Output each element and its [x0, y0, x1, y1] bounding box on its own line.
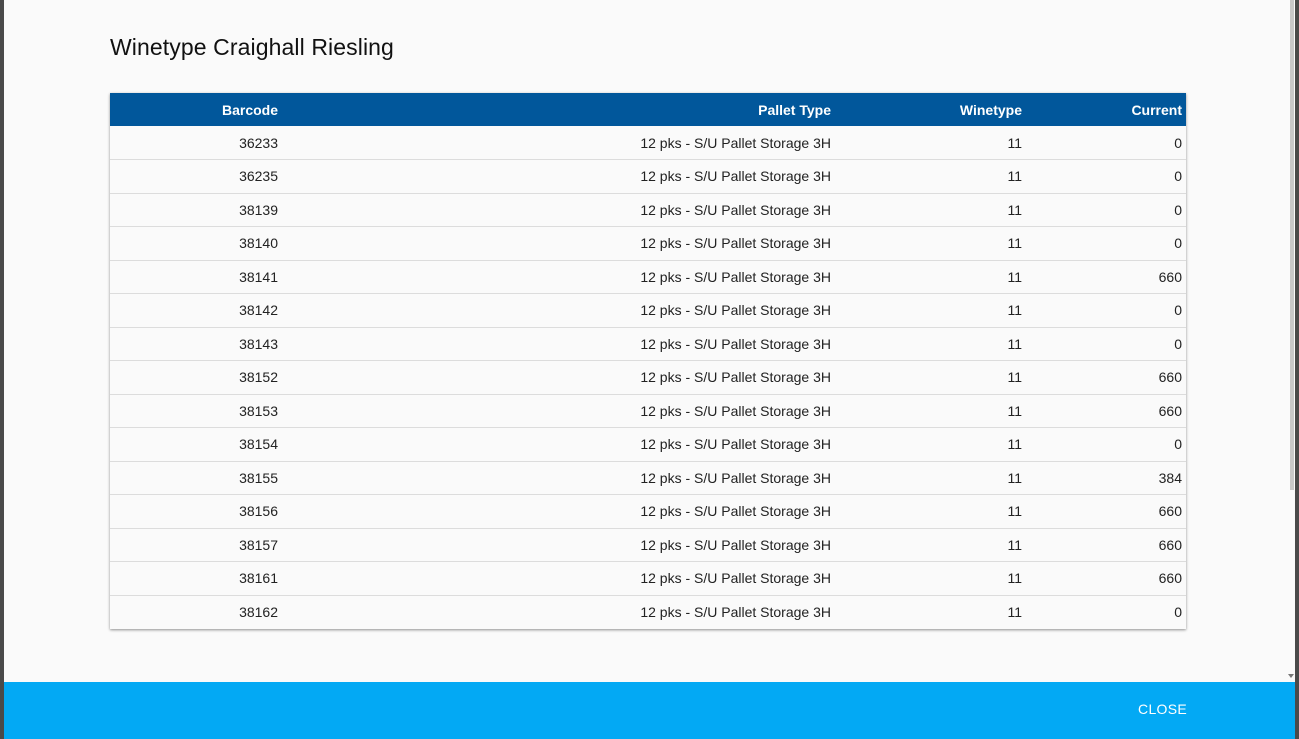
cell-pallet-type: 12 pks - S/U Pallet Storage 3H: [282, 594, 835, 629]
cell-current: 660: [1026, 259, 1186, 294]
column-header-current[interactable]: Current: [1026, 93, 1186, 126]
cell-winetype: 11: [835, 393, 1026, 428]
cell-winetype: 11: [835, 594, 1026, 629]
table-row[interactable]: 38152 12 pks - S/U Pallet Storage 3H 11 660: [110, 360, 1186, 394]
cell-pallet-type: 12 pks - S/U Pallet Storage 3H: [282, 293, 835, 327]
cell-current: 0: [1026, 594, 1186, 629]
cell-current: 660: [1026, 360, 1186, 394]
cell-barcode: 38155: [110, 460, 282, 495]
cell-barcode: 38157: [110, 527, 282, 562]
cell-pallet-type: 12 pks - S/U Pallet Storage 3H: [282, 460, 835, 495]
cell-current: 0: [1026, 226, 1186, 260]
cell-winetype: 11: [835, 527, 1026, 562]
cell-winetype: 11: [835, 259, 1026, 294]
dialog-footer: CLOSE: [4, 682, 1295, 739]
table-row[interactable]: 38162 12 pks - S/U Pallet Storage 3H 11 0: [110, 594, 1186, 629]
table-row[interactable]: 38141 12 pks - S/U Pallet Storage 3H 11 660: [110, 259, 1186, 294]
cell-pallet-type: 12 pks - S/U Pallet Storage 3H: [282, 259, 835, 294]
column-header-pallet-type[interactable]: Pallet Type: [282, 93, 835, 126]
cell-current: 660: [1026, 393, 1186, 428]
cell-pallet-type: 12 pks - S/U Pallet Storage 3H: [640, 134, 831, 151]
cell-winetype: 11: [835, 326, 1026, 361]
cell-winetype: 11: [1007, 134, 1022, 151]
cell-winetype: 11: [835, 293, 1026, 327]
cell-barcode: 36233: [239, 134, 278, 151]
cell-winetype: 11: [835, 494, 1026, 528]
cell-barcode: 38161: [110, 561, 282, 595]
table-row[interactable]: 38157 12 pks - S/U Pallet Storage 3H 11 660: [110, 527, 1186, 562]
cell-current: 0: [1026, 293, 1186, 327]
cell-current: 0: [1026, 427, 1186, 461]
cell-barcode: 38162: [110, 594, 282, 629]
cell-pallet-type: 12 pks - S/U Pallet Storage 3H: [282, 561, 835, 595]
cell-pallet-type: 12 pks - S/U Pallet Storage 3H: [282, 427, 835, 461]
cell-barcode: 36235: [110, 159, 282, 193]
column-header-barcode[interactable]: Barcode: [110, 93, 282, 126]
winetype-dialog: Winetype Craighall Riesling Barcode Pall…: [4, 0, 1295, 739]
table-row[interactable]: 38140 12 pks - S/U Pallet Storage 3H 11 0: [110, 226, 1186, 260]
table-row[interactable]: 38156 12 pks - S/U Pallet Storage 3H 11 660: [110, 494, 1186, 528]
cell-current: 0: [1026, 192, 1186, 227]
pallet-table: Barcode Pallet Type Winetype Current 362…: [110, 93, 1186, 629]
cell-barcode: 38140: [110, 226, 282, 260]
table-row[interactable]: 38153 12 pks - S/U Pallet Storage 3H 11 660: [110, 393, 1186, 428]
table-row[interactable]: 38139 12 pks - S/U Pallet Storage 3H 11 0: [110, 192, 1186, 227]
cell-barcode: 38153: [110, 393, 282, 428]
cell-winetype: 11: [835, 159, 1026, 193]
cell-barcode: 38142: [110, 293, 282, 327]
cell-barcode: 38139: [110, 192, 282, 227]
dialog-title: Winetype Craighall Riesling: [110, 34, 394, 60]
cell-barcode: 38152: [110, 360, 282, 394]
table-row[interactable]: 38154 12 pks - S/U Pallet Storage 3H 11 0: [110, 427, 1186, 461]
table-row[interactable]: 38155 12 pks - S/U Pallet Storage 3H 11 384: [110, 460, 1186, 495]
scrollbar-thumb[interactable]: [1290, 0, 1294, 490]
cell-current: 0: [1026, 159, 1186, 193]
pallet-table-card: Barcode Pallet Type Winetype Current 362…: [110, 93, 1186, 629]
cell-winetype: 11: [835, 460, 1026, 495]
cell-winetype: 11: [835, 561, 1026, 595]
cell-pallet-type: 12 pks - S/U Pallet Storage 3H: [282, 494, 835, 528]
column-header-winetype[interactable]: Winetype: [835, 93, 1026, 126]
cell-winetype: 11: [835, 360, 1026, 394]
cell-winetype: 11: [835, 427, 1026, 461]
cell-winetype: 11: [835, 226, 1026, 260]
cell-current: 0: [1026, 326, 1186, 361]
cell-pallet-type: 12 pks - S/U Pallet Storage 3H: [282, 360, 835, 394]
cell-current: 0: [1174, 134, 1182, 151]
cell-current: 384: [1026, 460, 1186, 495]
cell-barcode: 38143: [110, 326, 282, 361]
cell-barcode: 38156: [110, 494, 282, 528]
cell-pallet-type: 12 pks - S/U Pallet Storage 3H: [282, 527, 835, 562]
cell-pallet-type: 12 pks - S/U Pallet Storage 3H: [282, 192, 835, 227]
table-body: 36233 12 pks - S/U Pallet Storage 3H 11 0 36…: [110, 126, 1186, 629]
dialog-scrollbar[interactable]: [1287, 0, 1295, 682]
cell-barcode: 38154: [110, 427, 282, 461]
cell-barcode: 38141: [110, 259, 282, 294]
cell-current: 660: [1026, 494, 1186, 528]
table-row[interactable]: 38143 12 pks - S/U Pallet Storage 3H 11 0: [110, 326, 1186, 361]
table-row[interactable]: 36233 12 pks - S/U Pallet Storage 3H 11 0: [110, 126, 1186, 160]
scroll-down-arrow-icon[interactable]: [1288, 674, 1294, 678]
table-row[interactable]: 36235 12 pks - S/U Pallet Storage 3H 11 0: [110, 159, 1186, 193]
close-button[interactable]: CLOSE: [1138, 701, 1187, 717]
cell-pallet-type: 12 pks - S/U Pallet Storage 3H: [282, 326, 835, 361]
table-row[interactable]: 38161 12 pks - S/U Pallet Storage 3H 11 660: [110, 561, 1186, 595]
table-header: Barcode Pallet Type Winetype Current: [110, 93, 1186, 126]
cell-winetype: 11: [835, 192, 1026, 227]
cell-current: 660: [1026, 561, 1186, 595]
cell-pallet-type: 12 pks - S/U Pallet Storage 3H: [282, 159, 835, 193]
table-header-row: Barcode Pallet Type Winetype Current: [110, 93, 1186, 126]
cell-pallet-type: 12 pks - S/U Pallet Storage 3H: [282, 393, 835, 428]
cell-current: 660: [1026, 527, 1186, 562]
cell-pallet-type: 12 pks - S/U Pallet Storage 3H: [282, 226, 835, 260]
table-row[interactable]: 38142 12 pks - S/U Pallet Storage 3H 11 0: [110, 293, 1186, 327]
